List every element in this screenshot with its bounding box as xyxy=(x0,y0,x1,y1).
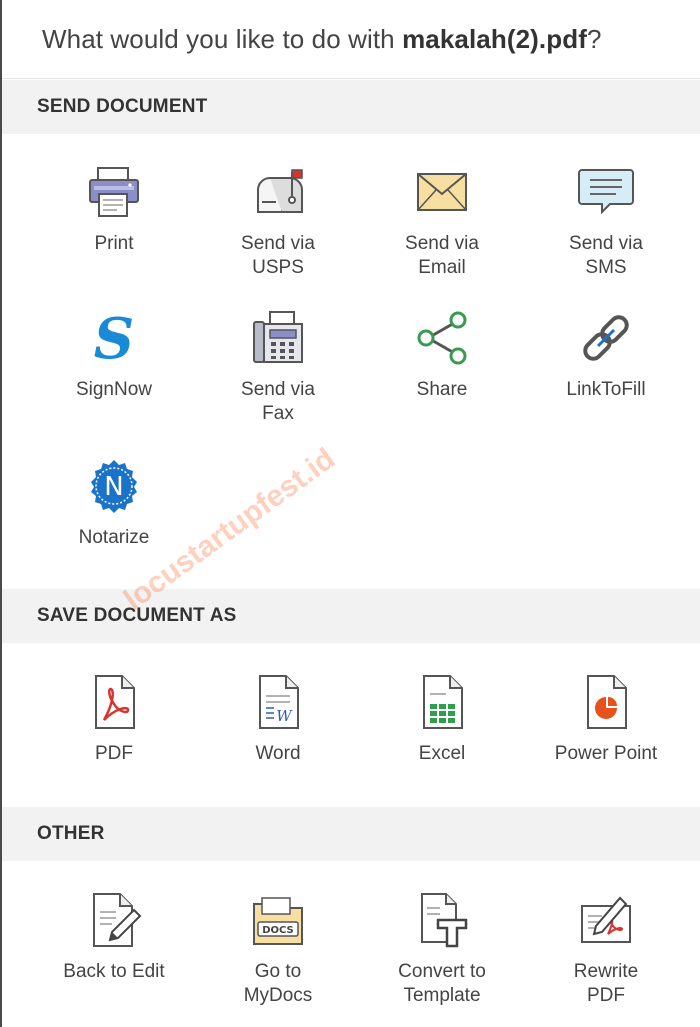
convert-to-template-button[interactable]: Convert to Template xyxy=(360,890,524,1008)
excel-file-icon xyxy=(412,672,472,732)
signnow-button[interactable]: S SignNow xyxy=(32,308,196,402)
send-via-email-button[interactable]: Send via Email xyxy=(360,162,524,280)
rewrite-pdf-label: Rewrite PDF xyxy=(573,961,639,1006)
print-label: Print xyxy=(94,233,134,254)
template-icon xyxy=(412,890,472,950)
envelope-icon xyxy=(412,162,472,222)
link-to-fill-button[interactable]: LinkToFill xyxy=(524,308,688,402)
link-to-fill-label: LinkToFill xyxy=(566,379,646,400)
share-button[interactable]: Share xyxy=(360,308,524,402)
edit-document-icon xyxy=(84,890,144,950)
dialog-title-prefix: What would you like to do with xyxy=(42,24,403,54)
save-as-excel-button[interactable]: Excel xyxy=(360,672,524,766)
notary-seal-icon: N xyxy=(84,456,144,516)
save-as-word-button[interactable]: W Word xyxy=(196,672,360,766)
signnow-label: SignNow xyxy=(75,379,153,400)
dialog-title-suffix: ? xyxy=(586,24,602,54)
window-left-border xyxy=(0,0,2,1027)
mailbox-icon xyxy=(248,162,308,222)
send-via-fax-label: Send via Fax xyxy=(241,379,315,424)
printer-icon xyxy=(84,162,144,222)
docs-folder-icon: DOCS xyxy=(248,890,308,950)
word-label: Word xyxy=(255,743,301,764)
sms-bubble-icon xyxy=(576,162,636,222)
convert-to-template-label: Convert to Template xyxy=(398,961,486,1006)
back-to-edit-button[interactable]: Back to Edit xyxy=(32,890,196,984)
signnow-logo-icon: S xyxy=(84,308,144,368)
word-file-icon: W xyxy=(248,672,308,732)
notarize-label: Notarize xyxy=(78,527,150,548)
send-via-usps-label: Send via USPS xyxy=(241,233,315,278)
dialog-title: What would you like to do with makalah(2… xyxy=(42,24,602,55)
share-icon xyxy=(412,308,472,368)
section-header-other: OTHER xyxy=(2,807,700,861)
section-header-send: SEND DOCUMENT xyxy=(2,80,700,134)
save-as-pdf-button[interactable]: PDF xyxy=(32,672,196,766)
send-via-sms-button[interactable]: Send via SMS xyxy=(524,162,688,280)
dialog-filename: makalah(2).pdf xyxy=(402,24,587,54)
send-via-sms-label: Send via SMS xyxy=(569,233,643,278)
pdf-label: PDF xyxy=(95,743,133,764)
send-via-email-label: Send via Email xyxy=(405,233,479,278)
rewrite-pdf-button[interactable]: Rewrite PDF xyxy=(524,890,688,1008)
section-header-save: SAVE DOCUMENT AS xyxy=(2,589,700,643)
send-via-fax-button[interactable]: Send via Fax xyxy=(196,308,360,426)
pdf-file-icon xyxy=(84,672,144,732)
rewrite-pdf-icon xyxy=(576,890,636,950)
go-to-mydocs-label: Go to MyDocs xyxy=(243,961,313,1006)
powerpoint-file-icon xyxy=(576,672,636,732)
svg-text:W: W xyxy=(276,707,293,725)
chain-link-icon xyxy=(576,308,636,368)
powerpoint-label: Power Point xyxy=(554,743,658,764)
notarize-button[interactable]: N Notarize xyxy=(32,456,196,550)
svg-text:S: S xyxy=(94,308,134,368)
go-to-mydocs-button[interactable]: DOCS Go to MyDocs xyxy=(196,890,360,1008)
svg-text:DOCS: DOCS xyxy=(262,925,294,936)
send-via-usps-button[interactable]: Send via USPS xyxy=(196,162,360,280)
print-button[interactable]: Print xyxy=(32,162,196,256)
share-label: Share xyxy=(416,379,468,400)
save-as-powerpoint-button[interactable]: Power Point xyxy=(524,672,688,766)
fax-machine-icon xyxy=(248,308,308,368)
svg-text:N: N xyxy=(104,472,123,502)
title-separator xyxy=(2,78,700,79)
excel-label: Excel xyxy=(418,743,466,764)
back-to-edit-label: Back to Edit xyxy=(63,961,165,982)
